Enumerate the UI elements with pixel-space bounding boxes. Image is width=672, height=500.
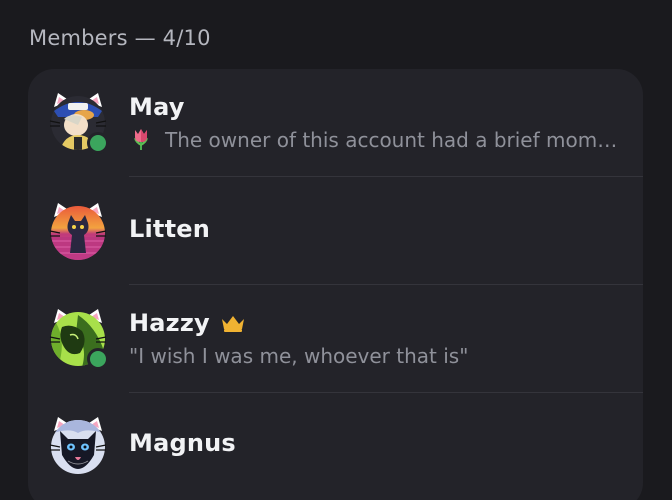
online-status-icon	[87, 348, 109, 370]
member-status: "I wish I was me, whoever that is"	[129, 344, 469, 368]
member-name-line: Magnus	[129, 429, 236, 457]
cat-ear-avatar-icon	[49, 417, 107, 474]
member-name: Litten	[129, 215, 211, 243]
member-name: Magnus	[129, 429, 236, 457]
avatar[interactable]	[48, 307, 109, 370]
avatar[interactable]	[48, 91, 109, 154]
tulip-emoji-icon	[134, 129, 148, 150]
member-name-line: Hazzy	[129, 309, 246, 337]
member-row-may[interactable]: May The owner of this account had a brie…	[28, 69, 643, 177]
member-status-text: The owner of this account had a brief mo…	[165, 128, 623, 152]
member-row-magnus[interactable]: Magnus	[28, 393, 643, 500]
member-name: Hazzy	[129, 309, 210, 337]
member-status: The owner of this account had a brief mo…	[129, 127, 623, 152]
member-name: May	[129, 93, 185, 121]
member-name-line: May	[129, 93, 185, 121]
member-row-litten[interactable]: Litten	[28, 177, 643, 285]
online-status-icon	[87, 132, 109, 154]
members-card: May The owner of this account had a brie…	[28, 69, 643, 500]
member-name-line: Litten	[129, 215, 210, 243]
avatar[interactable]	[48, 201, 108, 261]
avatar[interactable]	[48, 415, 108, 475]
member-list-page: Members — 4/10 May The owner of this acc…	[0, 0, 672, 500]
cat-ear-avatar-icon	[49, 203, 107, 260]
members-section-header: Members — 4/10	[29, 26, 211, 50]
crown-icon	[221, 316, 244, 332]
member-row-hazzy[interactable]: Hazzy "I wish I was me, whoever that is"	[28, 285, 643, 393]
